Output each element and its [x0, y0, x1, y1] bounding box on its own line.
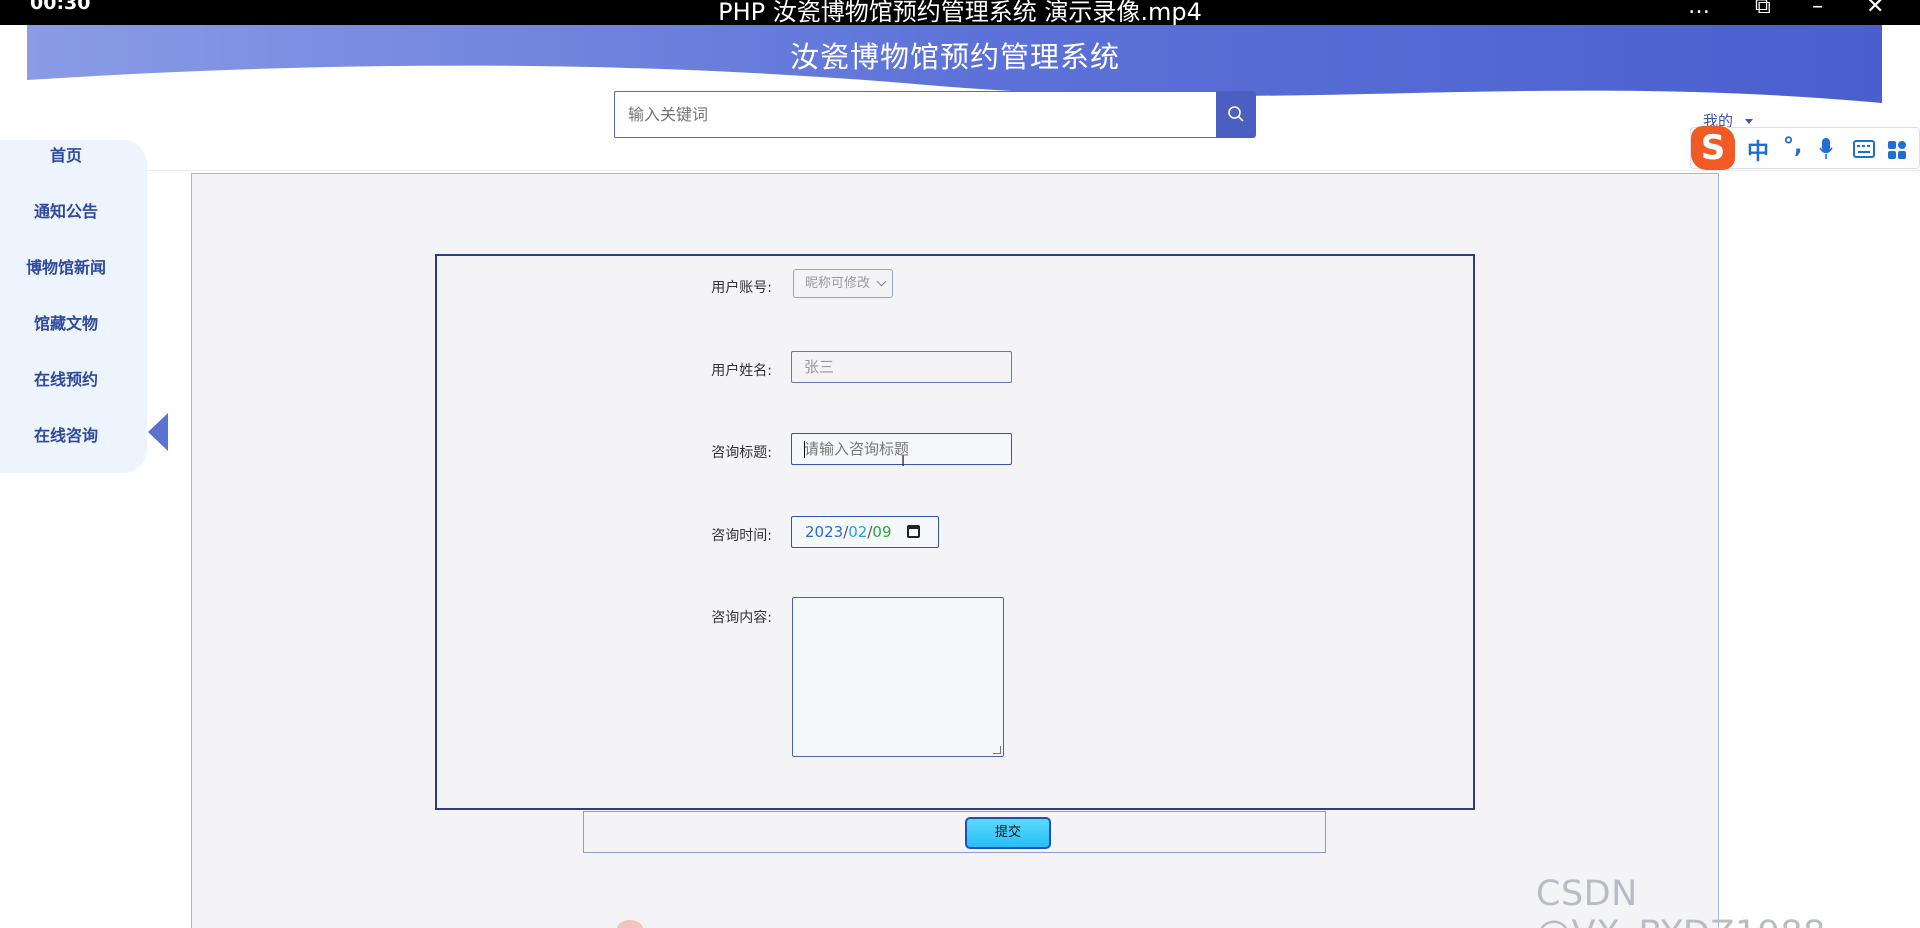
more-icon[interactable]: … [1688, 0, 1710, 19]
video-title: PHP 汝瓷博物馆预约管理系统 演示录像.mp4 [718, 0, 1202, 26]
sidebar-item-museum-news[interactable]: 博物馆新闻 [0, 254, 132, 278]
account-select[interactable]: 昵称可修改 [793, 269, 893, 298]
time-label: 咨询时间: [711, 528, 772, 544]
date-input[interactable]: 2023/02/09 [791, 516, 939, 548]
resize-grip-icon[interactable] [993, 746, 1001, 754]
close-icon[interactable]: ✕ [1866, 0, 1884, 19]
sidebar-item-collections[interactable]: 馆藏文物 [0, 310, 132, 334]
punctuation-icon[interactable]: °, [1783, 134, 1802, 159]
name-field[interactable]: 张三 [791, 351, 1012, 383]
sogou-logo-icon[interactable]: S [1691, 126, 1735, 170]
title-label: 咨询标题: [711, 445, 772, 461]
content-textarea[interactable] [792, 597, 1004, 757]
active-indicator-arrow [148, 413, 168, 451]
header-divider [0, 170, 1920, 171]
date-day: 09 [872, 523, 892, 541]
date-month: 02 [848, 523, 868, 541]
minimize-icon[interactable]: – [1812, 0, 1823, 19]
submit-button[interactable]: 提交 [965, 817, 1051, 849]
account-label: 用户账号: [711, 280, 772, 296]
title-placeholder: 请输入咨询标题 [804, 440, 910, 458]
sidebar-nav: 首页 通知公告 博物馆新闻 馆藏文物 在线预约 在线咨询 [0, 140, 147, 473]
search-input[interactable] [614, 91, 1216, 138]
sidebar-item-consultation[interactable]: 在线咨询 [0, 422, 132, 446]
date-year: 2023 [805, 523, 844, 541]
button-row [583, 811, 1326, 853]
watermark: CSDN @VX_BYDZ1988 [1536, 874, 1825, 928]
sidebar-item-home[interactable]: 首页 [0, 142, 132, 166]
text-caret [804, 441, 805, 458]
chevron-down-icon [1745, 119, 1754, 124]
toolbox-icon[interactable] [1887, 140, 1907, 160]
account-select-value: 昵称可修改 [805, 276, 871, 291]
name-label: 用户姓名: [711, 363, 772, 379]
video-title-bar: 00:30 PHP 汝瓷博物馆预约管理系统 演示录像.mp4 … ⧉ – ✕ [0, 0, 1920, 26]
pip-icon[interactable]: ⧉ [1755, 0, 1771, 19]
search-icon [1228, 106, 1244, 122]
microphone-icon[interactable] [1819, 138, 1833, 160]
ibeam-cursor-icon: I [901, 454, 906, 470]
ime-mode-label[interactable]: 中 [1747, 134, 1769, 166]
app-window: 00:30 PHP 汝瓷博物馆预约管理系统 演示录像.mp4 … ⧉ – ✕ 汝… [0, 0, 1920, 928]
sidebar-item-reservation[interactable]: 在线预约 [0, 366, 132, 390]
calendar-icon[interactable] [907, 525, 920, 538]
chevron-down-icon [876, 276, 887, 287]
keyboard-icon[interactable] [1853, 140, 1875, 158]
sidebar-item-notices[interactable]: 通知公告 [0, 198, 132, 222]
site-title: 汝瓷博物馆预约管理系统 [789, 40, 1120, 74]
content-label: 咨询内容: [711, 610, 772, 626]
ime-toolbar: S 中 °, [1690, 126, 1920, 170]
search-button[interactable] [1216, 91, 1256, 138]
